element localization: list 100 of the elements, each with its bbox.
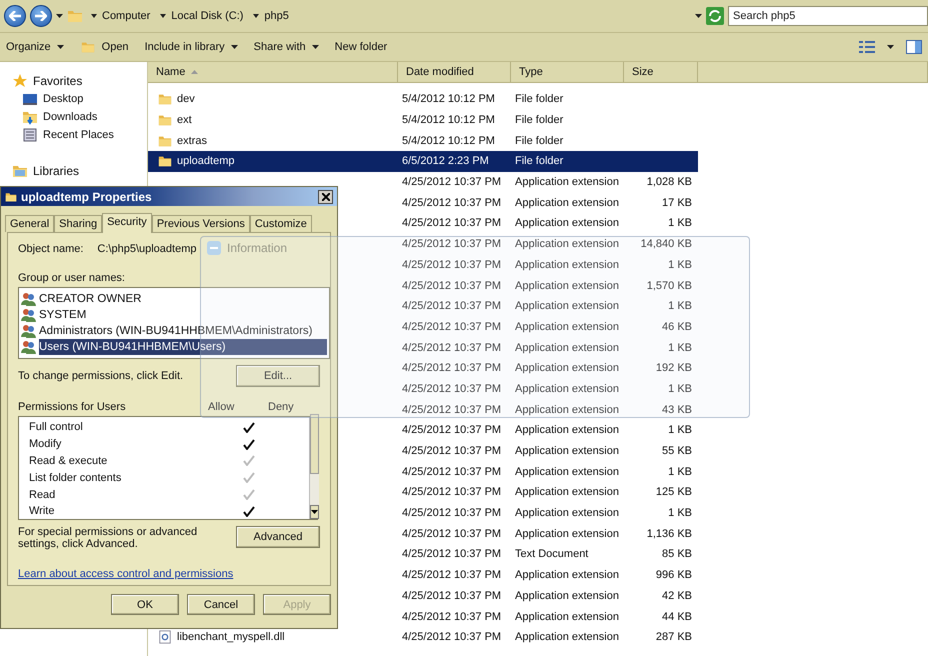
scrollbar[interactable] <box>309 417 319 519</box>
dialog-button[interactable]: Cancel <box>187 594 255 615</box>
tab[interactable]: Previous Versions <box>152 215 250 232</box>
file-row[interactable]: extras 5/4/2012 10:12 PM File folder <box>148 130 698 152</box>
size-cell: 1 KB <box>668 217 692 230</box>
dialog-title: Information <box>227 241 288 255</box>
edit-button[interactable]: Edit... <box>236 365 320 387</box>
file-icon <box>158 630 172 644</box>
type-cell: File folder <box>515 134 564 147</box>
caret-icon <box>253 14 260 18</box>
type-cell: Application extension <box>515 342 619 354</box>
file-name: uploadtemp <box>177 155 234 168</box>
arrow-icon <box>35 11 47 21</box>
view-options-icon[interactable] <box>859 41 875 53</box>
size-cell: 55 KB <box>662 445 692 458</box>
file-row[interactable]: ext 5/4/2012 10:12 PM File folder <box>148 110 698 130</box>
nav-item[interactable]: Favorites <box>0 72 147 90</box>
permission-name: Read & execute <box>29 454 108 467</box>
nav-item[interactable]: Desktop <box>0 90 147 108</box>
type-cell: Application extension <box>515 238 619 250</box>
nav-item[interactable]: Downloads <box>0 108 147 126</box>
nav-item[interactable]: Libraries <box>0 162 147 180</box>
date-cell: 4/25/2012 10:37 PM <box>402 590 502 602</box>
scroll-down-icon[interactable] <box>311 510 318 514</box>
type-cell: Application extension <box>515 382 619 395</box>
type-cell: Application extension <box>515 258 619 271</box>
caret-icon <box>91 14 97 18</box>
hint-text: To change permissions, click Edit. <box>18 370 184 382</box>
help-link[interactable]: Learn about access control and permissions <box>18 568 234 580</box>
date-cell: 4/25/2012 10:37 PM <box>402 280 502 292</box>
back-button[interactable] <box>4 5 26 27</box>
column-header: Allow <box>208 401 236 413</box>
toolbar-button[interactable]: Share with <box>254 39 319 55</box>
date-cell: 4/25/2012 10:37 PM <box>402 300 502 312</box>
size-cell: 125 KB <box>656 486 692 498</box>
advanced-button[interactable]: Advanced <box>236 526 320 548</box>
breadcrumb[interactable]: Local Disk (C:) <box>158 10 246 22</box>
date-cell: 4/25/2012 10:37 PM <box>402 176 502 188</box>
tab[interactable]: Security <box>102 213 152 233</box>
column-header[interactable]: Type <box>511 62 624 82</box>
date-cell: 4/25/2012 10:37 PM <box>402 424 502 436</box>
column-header[interactable]: Name <box>148 62 398 82</box>
dialog-button[interactable]: OK <box>111 594 179 615</box>
toolbar-button[interactable]: Open <box>80 38 129 56</box>
type-cell: Application extension <box>515 507 619 520</box>
toolbar-button[interactable]: New folder <box>334 39 388 55</box>
type-cell: Application extension <box>515 610 619 623</box>
permission-name: List folder contents <box>29 472 122 484</box>
folder-icon <box>12 163 28 179</box>
date-cell: 4/25/2012 10:37 PM <box>402 507 502 520</box>
permission-name: Write <box>29 505 56 518</box>
tab[interactable]: General <box>5 215 54 232</box>
date-cell: 4/25/2012 10:37 PM <box>402 486 502 498</box>
date-cell: 5/4/2012 10:12 PM <box>402 114 495 126</box>
hint-text: For special permissions or advanced settings, click Advanced. <box>18 526 198 550</box>
breadcrumb[interactable]: Computer <box>89 10 152 22</box>
file-name: libenchant_myspell.dll <box>177 631 285 644</box>
tab[interactable]: Sharing <box>54 215 102 232</box>
folder-icon <box>67 8 83 24</box>
user-item[interactable]: Administrators (WIN-BU941HHBMEM\Administrators) <box>21 323 327 339</box>
nav-item[interactable]: Recent Places <box>0 126 147 144</box>
search-field[interactable]: Search php5 <box>728 6 928 26</box>
toolbar-button[interactable]: Organize <box>6 39 64 55</box>
file-row[interactable]: uploadtemp 6/5/2012 2:23 PM File folder <box>148 151 698 172</box>
permission-name: Modify <box>29 438 62 450</box>
tab[interactable]: Customize <box>250 215 312 232</box>
size-cell: 43 KB <box>662 404 692 416</box>
preview-pane-icon[interactable] <box>906 40 922 54</box>
field-label: Group or user names: <box>18 272 126 284</box>
size-cell: 14,840 KB <box>640 238 692 250</box>
users-icon <box>21 324 37 338</box>
file-name: ext <box>177 114 192 126</box>
field-label: Permissions for Users <box>18 401 127 413</box>
file-row[interactable]: libenchant_myspell.dll 4/25/2012 10:37 PM Application extension 287 KB <box>148 626 698 648</box>
type-cell: Application extension <box>515 404 619 416</box>
permission-name: Full control <box>29 421 84 434</box>
file-row[interactable]: 4/25/2012 10:37 PM Application extension 1,028 KB <box>148 172 698 192</box>
monitor-icon <box>22 91 38 107</box>
forward-button[interactable] <box>30 5 52 27</box>
refresh-icon[interactable] <box>706 7 724 25</box>
caret-icon <box>312 45 319 49</box>
file-row[interactable]: dev 5/4/2012 10:12 PM File folder <box>148 89 698 110</box>
column-header[interactable]: Date modified <box>398 62 511 82</box>
user-item[interactable]: CREATOR OWNER <box>21 291 327 307</box>
close-button[interactable] <box>318 190 333 204</box>
user-item[interactable]: SYSTEM <box>21 307 327 323</box>
column-header[interactable]: Size <box>624 62 698 82</box>
close-icon <box>322 192 330 200</box>
folder-icon <box>158 92 172 106</box>
permission-name: Read <box>29 488 56 501</box>
date-cell: 4/25/2012 10:37 PM <box>402 320 502 333</box>
date-cell: 4/25/2012 10:37 PM <box>402 196 502 209</box>
type-cell: File folder <box>515 155 564 168</box>
breadcrumb[interactable]: php5 <box>251 10 291 22</box>
star-icon <box>12 73 28 89</box>
type-cell: Text Document <box>515 548 588 560</box>
toolbar-button[interactable]: Include in library <box>144 39 238 55</box>
date-cell: 5/4/2012 10:12 PM <box>402 93 495 106</box>
date-cell: 4/25/2012 10:37 PM <box>402 610 502 623</box>
type-cell: Application extension <box>515 590 619 602</box>
